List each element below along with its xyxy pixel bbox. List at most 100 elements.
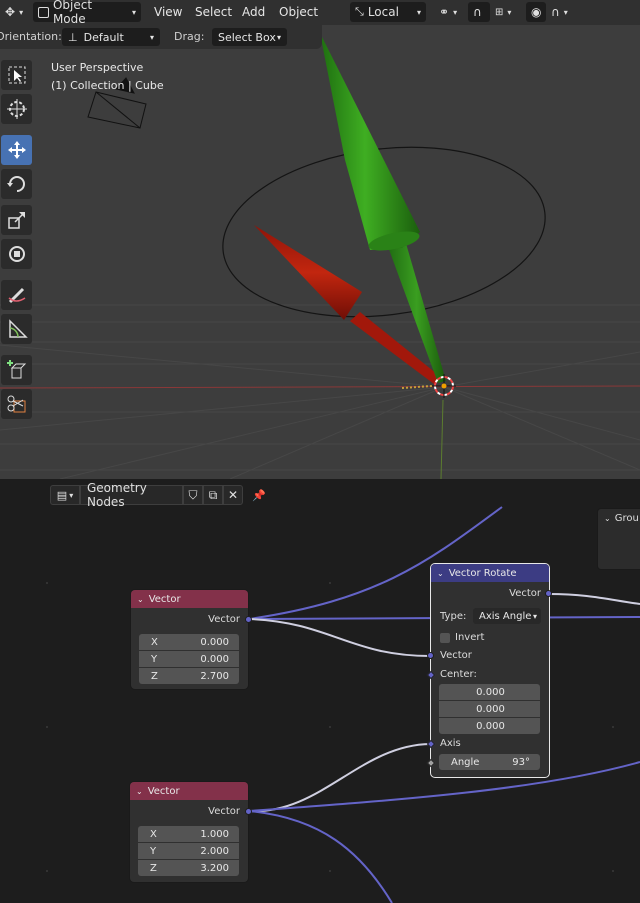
editor-type-button[interactable]: ✥ ▾ (0, 2, 26, 22)
vector-output-socket[interactable] (245, 616, 252, 623)
chevron-down-icon: ▾ (453, 7, 458, 17)
tool-cursor[interactable] (1, 94, 32, 124)
orientation-axes-icon: ⊥ (68, 30, 78, 44)
tool-scale[interactable] (1, 205, 32, 235)
transform-orientation-dropdown[interactable]: ⤡ Local ▾ (350, 2, 426, 22)
viewport-info: User Perspective (1) Collection | Cube (51, 59, 164, 95)
proportional-editing-toggle[interactable]: ◉ (526, 2, 546, 22)
center-y-field[interactable]: 0.000 (439, 701, 540, 717)
snap-increment-icon: ⊞ (495, 6, 504, 18)
select-box-icon (8, 66, 25, 84)
view-name: User Perspective (51, 61, 144, 74)
node-title: Vector (147, 785, 180, 797)
scissors-icon (7, 395, 25, 413)
axes-icon: ✥ (5, 5, 16, 19)
node-tree-browse-button[interactable]: ▤ ▾ (50, 485, 80, 505)
x-label: X (150, 828, 157, 840)
angle-value: 93° (512, 756, 530, 768)
x-field[interactable]: X 1.000 (138, 826, 239, 842)
move-icon (7, 141, 26, 159)
collection-info: (1) Collection | Cube (51, 79, 164, 92)
y-field[interactable]: Y 0.000 (139, 651, 239, 667)
tool-rotate[interactable] (1, 169, 32, 199)
center-x-value: 0.000 (476, 686, 505, 698)
y-field[interactable]: Y 2.000 (138, 843, 239, 859)
viewport-header: ✥ ▾ Object Mode ▾ View Select Add Object … (0, 0, 640, 26)
node-group-frame[interactable]: ⌄ Grou (597, 508, 640, 570)
z-label: Z (150, 862, 157, 874)
invert-checkbox[interactable]: Invert (440, 632, 484, 643)
vector-node-1[interactable]: ⌄ Vector Vector X 0.000 Y 0.000 Z 2.700 (131, 590, 252, 689)
center-x-field[interactable]: 0.000 (439, 684, 540, 700)
y-value: 2.000 (200, 845, 229, 857)
snap-toggle[interactable]: ∩ (468, 2, 490, 22)
node-title: Vector Rotate (448, 567, 517, 579)
node-header[interactable]: ⌄ Vector Rotate (431, 564, 549, 582)
scale-icon (7, 212, 25, 229)
center-y-value: 0.000 (476, 703, 505, 715)
add-cube-icon (6, 360, 26, 379)
tool-shelf (0, 58, 33, 424)
node-header[interactable]: ⌄ Vector (131, 590, 248, 608)
z-label: Z (151, 670, 158, 682)
proportional-editing-icon: ◉ (531, 5, 542, 19)
menu-object[interactable]: Object (279, 5, 318, 19)
node-title: Vector (148, 593, 181, 605)
output-label: Vector (208, 806, 240, 817)
chevron-down-icon: ▾ (276, 32, 281, 42)
tool-add-cube[interactable] (1, 355, 32, 385)
snap-target-dropdown[interactable]: ⊞ ▾ (490, 2, 522, 22)
node-header[interactable]: ⌄ Vector (130, 782, 248, 800)
menu-view[interactable]: View (154, 5, 182, 19)
object-mode-dropdown[interactable]: Object Mode ▾ (33, 0, 141, 26)
type-dropdown[interactable]: Axis Angle ▾ (473, 608, 541, 624)
tool-cut[interactable] (1, 389, 32, 419)
menu-add[interactable]: Add (242, 5, 265, 19)
duplicate-tree-button[interactable]: ⧉ (203, 485, 223, 505)
pivot-point-icon: ⚭ (439, 5, 450, 19)
x-value: 1.000 (200, 828, 229, 840)
z-field[interactable]: Z 3.200 (138, 860, 239, 876)
tool-select-box[interactable] (1, 60, 32, 90)
chevron-down-icon: ⌄ (604, 513, 611, 523)
node-tree-name-field[interactable]: Geometry Nodes (80, 481, 183, 509)
drag-value: Select Box (218, 30, 276, 44)
tool-move[interactable] (1, 135, 32, 165)
type-label: Type: (440, 611, 467, 622)
menu-select[interactable]: Select (195, 5, 232, 19)
z-field[interactable]: Z 2.700 (139, 668, 239, 684)
angle-field[interactable]: Angle 93° (439, 754, 540, 770)
axis-input-label: Axis (440, 738, 461, 749)
type-value: Axis Angle (479, 610, 532, 622)
vector-input-socket[interactable] (427, 652, 434, 659)
chevron-down-icon: ▾ (507, 7, 512, 17)
annotate-pencil-icon (8, 287, 25, 304)
orientation-dropdown[interactable]: ⊥ Default ▾ (62, 28, 160, 46)
tool-annotate[interactable] (1, 280, 32, 310)
pivot-point-dropdown[interactable]: ⚭ ▾ (434, 2, 464, 22)
vector-node-2[interactable]: ⌄ Vector Vector X 1.000 Y 2.000 Z 3.200 (130, 782, 252, 882)
y-label: Y (150, 845, 157, 857)
unlink-tree-button[interactable]: ✕ (223, 485, 243, 505)
shield-icon: ⛉ (188, 487, 198, 502)
x-field[interactable]: X 0.000 (139, 634, 239, 650)
node-tree-name: Geometry Nodes (87, 481, 147, 509)
transform-orientation-label: Local (367, 5, 399, 19)
fake-user-button[interactable]: ⛉ (183, 485, 203, 505)
invert-label: Invert (455, 632, 485, 643)
vector-rotate-node[interactable]: ⌄ Vector Rotate Vector Type: Axis Angle … (426, 564, 552, 777)
tool-measure[interactable] (1, 314, 32, 344)
falloff-dropdown[interactable]: ∩ ▾ (546, 2, 578, 22)
falloff-curve-icon: ∩ (551, 5, 560, 19)
vector-output-socket[interactable] (245, 808, 252, 815)
drag-dropdown[interactable]: Select Box ▾ (212, 28, 287, 46)
chevron-down-icon: ▾ (149, 32, 154, 42)
chevron-down-icon: ▾ (416, 7, 421, 17)
object-mode-label: Object Mode (52, 0, 93, 26)
center-z-value: 0.000 (476, 720, 505, 732)
pin-button[interactable]: 📌 (247, 485, 271, 505)
cursor-icon (6, 99, 27, 119)
tool-transform[interactable] (1, 239, 32, 269)
center-z-field[interactable]: 0.000 (439, 718, 540, 734)
vector-output-socket[interactable] (545, 590, 552, 597)
